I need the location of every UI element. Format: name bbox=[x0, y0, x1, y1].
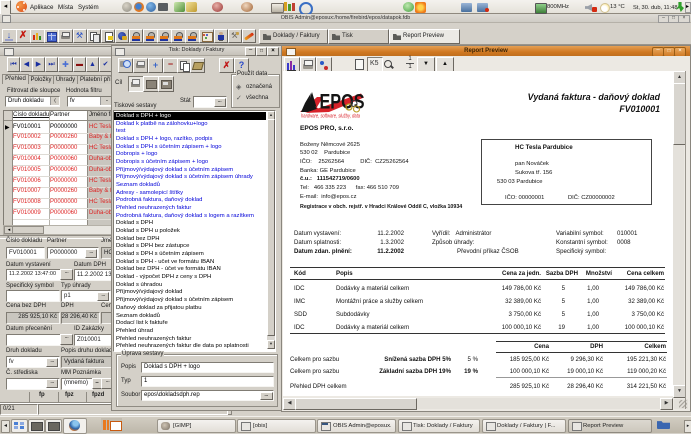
svg-text:hardware, software, služby, da: hardware, software, služby, data bbox=[301, 114, 360, 120]
svg-text:EPOS: EPOS bbox=[320, 90, 365, 114]
